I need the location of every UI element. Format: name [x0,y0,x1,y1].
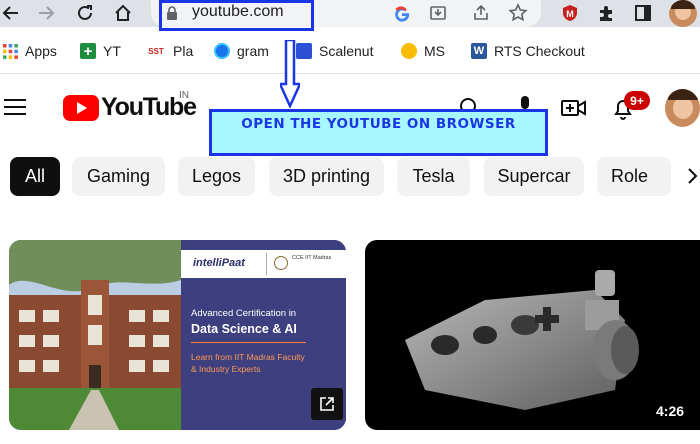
bookmark-label: Scalenut [319,43,374,59]
building-image [9,240,181,430]
video-duration: 4:26 [656,403,685,419]
back-arrow-icon[interactable] [0,2,22,24]
bookmark-label: Pla [173,43,194,59]
annotation-arrow-icon [278,38,302,110]
home-icon[interactable] [112,2,134,24]
install-app-icon[interactable] [429,4,447,22]
shield-extension-icon[interactable]: M [561,4,579,22]
account-avatar[interactable] [665,89,700,127]
bookmark-label: MS [424,43,445,59]
country-code: IN [179,90,189,101]
subline-2: & Industry Experts [191,364,261,374]
url-highlight-box [159,0,314,31]
svg-text:M: M [566,9,574,19]
chip-all[interactable]: All [10,157,60,196]
partner-label: CCE IIT Madras [292,255,332,261]
notification-badge: 9+ [624,91,650,110]
sst-icon: SST [148,46,164,56]
external-link-icon[interactable] [311,388,343,420]
bookmark-label: Apps [25,43,57,59]
bookmark-rts-checkout[interactable]: W RTS Checkout [471,37,585,65]
hamburger-menu-icon[interactable] [4,98,26,116]
accent-line [191,342,306,343]
logo-divider [266,253,267,275]
iit-madras-seal-icon [274,256,288,270]
youtube-logo-icon[interactable] [63,95,99,121]
side-panel-icon[interactable] [634,4,652,22]
video-thumbnail-2[interactable]: 4:26 [365,240,700,430]
bookmark-label: RTS Checkout [494,43,585,59]
edge-icon [214,43,230,59]
profile-avatar[interactable] [669,0,697,27]
chip-role[interactable]: Role [597,157,671,196]
bookmark-pla[interactable]: SST Pla [146,37,193,65]
word-icon: W [471,43,487,59]
annotation-callout: OPEN THE YOUTUBE ON BROWSER [209,109,548,156]
bookmark-label: YT [103,43,121,59]
lego-technic-image [405,270,639,410]
subline-1: Learn from IIT Madras Faculty [191,352,305,362]
share-icon[interactable] [472,4,490,22]
course-topic: Data Science & AI [191,322,297,336]
apps-grid-icon [2,43,18,59]
bookmark-ms[interactable]: MS [401,37,445,65]
cert-line: Advanced Certification in [191,308,297,319]
microphone-icon[interactable] [520,96,530,110]
chip-3d-printing[interactable]: 3D printing [269,157,384,196]
google-icon[interactable] [393,4,411,22]
search-icon[interactable] [458,96,480,110]
forward-arrow-icon[interactable] [35,2,57,24]
bookmark-scalenut[interactable]: Scalenut [296,37,373,65]
chip-legos[interactable]: Legos [178,157,255,196]
chip-gaming[interactable]: Gaming [72,157,165,196]
chevron-right-icon[interactable] [686,166,698,186]
extensions-puzzle-icon[interactable] [597,4,615,22]
plus-green-icon: + [80,43,96,60]
toolbar-divider [0,73,700,74]
chip-tesla[interactable]: Tesla [397,157,470,196]
intellipaat-logo: intelliPaat [193,257,245,269]
video-thumbnail-1[interactable]: intelliPaat CCE IIT Madras Advanced Cert… [9,240,346,430]
chip-supercar[interactable]: Supercar [484,157,584,196]
bookmark-gram[interactable]: gram [214,37,269,65]
create-video-icon[interactable] [561,98,587,118]
promo-panel: intelliPaat CCE IIT Madras Advanced Cert… [181,240,346,430]
bookmark-star-icon[interactable] [508,3,528,23]
bookmarks-bar: Apps + YT SST Pla gram Scalenut MS W RTS… [0,37,700,65]
bulb-icon [401,43,417,59]
reload-icon[interactable] [74,2,96,24]
bookmark-label: gram [237,43,269,59]
bookmark-apps[interactable]: Apps [2,37,57,65]
bookmark-yt[interactable]: + YT [80,37,121,65]
